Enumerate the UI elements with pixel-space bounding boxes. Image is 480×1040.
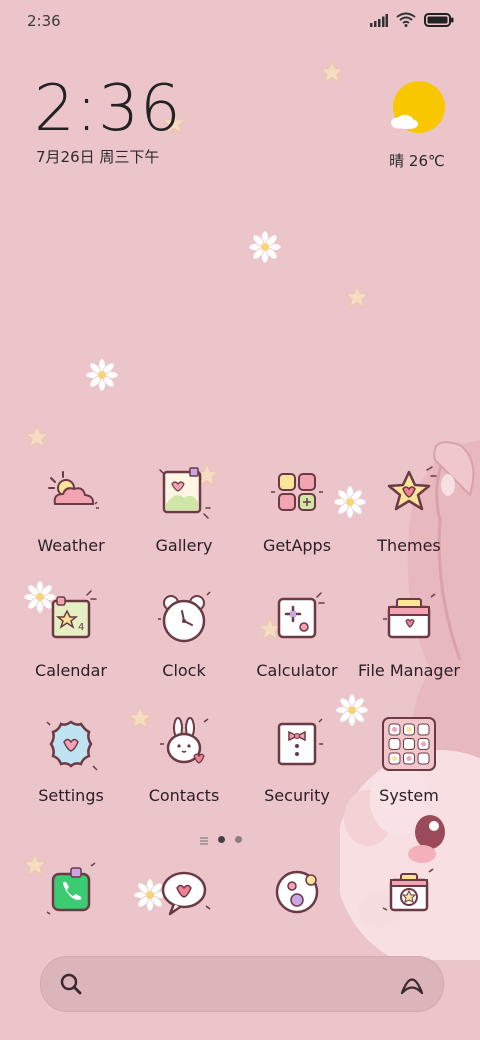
getapps-icon	[267, 464, 327, 524]
status-time: 2:36	[27, 12, 61, 30]
app-label: Settings	[38, 786, 104, 805]
dock-browser[interactable]	[242, 862, 352, 922]
app-contacts[interactable]: Contacts	[129, 714, 239, 805]
browser-icon	[267, 862, 327, 922]
app-label: Calendar	[35, 661, 107, 680]
dock-phone[interactable]	[16, 862, 126, 922]
app-label: Gallery	[155, 536, 213, 555]
themes-icon	[379, 464, 439, 524]
page-indicator[interactable]	[200, 830, 242, 849]
app-security[interactable]: Security	[242, 714, 352, 805]
app-calculator[interactable]: Calculator	[242, 589, 352, 680]
app-settings[interactable]: Settings	[16, 714, 126, 805]
app-label: Security	[264, 786, 330, 805]
search-icon[interactable]	[59, 972, 83, 1000]
svg-text:4: 4	[78, 622, 84, 633]
app-label: Clock	[162, 661, 206, 680]
system-icon	[379, 714, 439, 774]
settings-icon	[41, 714, 101, 774]
dock-messages[interactable]	[129, 862, 239, 922]
page-dot-active[interactable]	[218, 836, 225, 843]
gallery-icon	[154, 464, 214, 524]
camera-icon	[379, 862, 439, 922]
app-label: GetApps	[262, 536, 332, 555]
app-label: System	[379, 786, 439, 805]
home-menu-icon[interactable]	[200, 830, 208, 849]
app-themes[interactable]: Themes	[354, 464, 464, 555]
app-file-manager[interactable]: File Manager	[354, 589, 464, 680]
phone-icon	[41, 862, 101, 922]
app-system-folder[interactable]: System	[354, 714, 464, 805]
weather-text: 晴 26℃	[389, 152, 445, 170]
app-label: Themes	[377, 536, 441, 555]
calculator-icon	[267, 589, 327, 649]
sun-cloud-icon	[388, 81, 446, 142]
app-gallery[interactable]: Gallery	[129, 464, 239, 555]
clock-icon	[154, 589, 214, 649]
app-calendar[interactable]: 4 Calendar	[16, 589, 126, 680]
weather-widget[interactable]: 晴 26℃	[382, 80, 452, 171]
status-icons	[370, 12, 454, 31]
battery-icon	[424, 12, 454, 31]
app-label: Contacts	[148, 786, 220, 805]
dock-camera[interactable]	[354, 862, 464, 922]
clock-widget-date: 7月26日 周三下午	[36, 148, 160, 166]
app-label: Calculator	[256, 661, 338, 680]
app-weather[interactable]: Weather	[16, 464, 126, 555]
app-clock[interactable]: Clock	[129, 589, 239, 680]
security-icon	[267, 714, 327, 774]
weather-icon	[41, 464, 101, 524]
file-manager-icon	[379, 589, 439, 649]
clock-widget-time[interactable]: 2:36	[34, 72, 182, 146]
search-bar[interactable]	[40, 956, 444, 1012]
assistant-icon[interactable]	[399, 972, 425, 1000]
app-label: Weather	[37, 536, 105, 555]
wifi-icon	[396, 12, 416, 31]
signal-icon	[370, 12, 388, 31]
calendar-icon: 4	[41, 589, 101, 649]
messages-icon	[154, 862, 214, 922]
app-label: File Manager	[358, 661, 460, 680]
page-dot[interactable]	[235, 836, 242, 843]
contacts-icon	[154, 714, 214, 774]
app-getapps[interactable]: GetApps	[242, 464, 352, 555]
